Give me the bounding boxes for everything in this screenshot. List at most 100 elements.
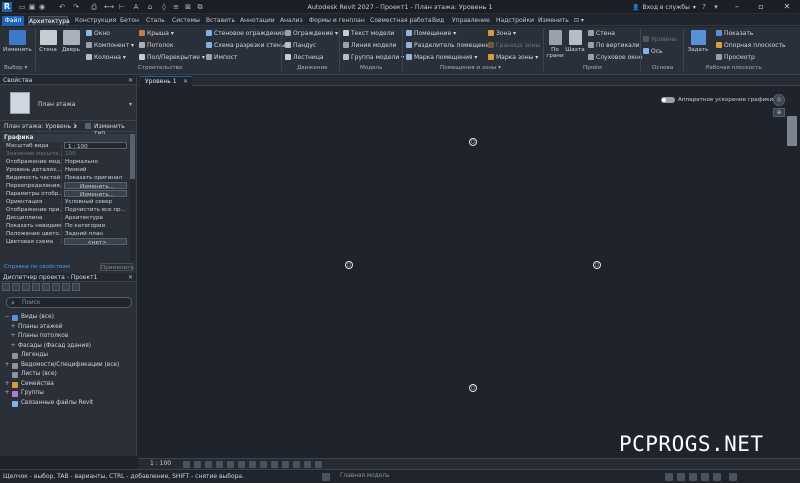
shadows-icon[interactable] <box>216 461 223 468</box>
property-edit-button[interactable]: Изменить... <box>64 182 127 189</box>
model-group-button[interactable]: Группа модели ▾ <box>343 54 404 61</box>
3d-view-icon[interactable]: ⌂ <box>146 3 154 11</box>
chevron-down-icon[interactable]: ▾ <box>129 101 132 108</box>
tab-view[interactable]: Вид <box>432 16 444 26</box>
property-value[interactable]: Показать оригинал <box>62 174 129 181</box>
temp-properties-icon[interactable] <box>282 461 289 468</box>
collapse-icon[interactable] <box>22 283 30 291</box>
home-icon[interactable] <box>2 283 10 291</box>
close-button[interactable]: ✕ <box>778 0 796 14</box>
dimension-icon[interactable]: ⊢ <box>118 3 126 11</box>
property-value[interactable]: Архитектура <box>62 214 129 221</box>
tag-icon[interactable]: A <box>132 3 140 11</box>
railing-button[interactable]: Ограждение ▾ <box>285 30 338 37</box>
roof-button[interactable]: Крыша ▾ <box>139 30 174 37</box>
tab-panel-toggle[interactable]: ⊡ ▾ <box>574 16 584 26</box>
hardware-acceleration-toggle[interactable]: Аппаратное ускорение графики <box>661 97 773 103</box>
tab-manage[interactable]: Управление <box>452 16 490 26</box>
tab-structure[interactable]: Конструкция <box>75 16 116 26</box>
visual-style-icon[interactable] <box>194 461 201 468</box>
property-row[interactable]: Значение масшта... 100 <box>2 150 129 158</box>
property-value[interactable]: По категории <box>62 222 129 229</box>
analytical-model-icon[interactable] <box>293 461 300 468</box>
room-button[interactable]: Помещение ▾ <box>406 30 456 37</box>
browser-tree-item[interactable]: + Группы <box>0 389 137 399</box>
section-icon[interactable]: ◊ <box>160 3 168 11</box>
elevation-marker-east[interactable]: ○ <box>593 261 601 269</box>
property-row[interactable]: Дисциплина Архитектура <box>2 214 129 222</box>
tab-insert[interactable]: Вставить <box>206 16 235 26</box>
chevron-down-icon[interactable]: ▾ <box>74 123 77 130</box>
property-value[interactable]: Задний план <box>62 230 129 237</box>
property-row[interactable]: Отображение при... Подчистить все пр... <box>2 206 129 214</box>
browser-tree-item[interactable]: + Семейства <box>0 380 137 390</box>
elevation-marker-south[interactable]: ○ <box>469 384 477 392</box>
select-pinned-icon[interactable] <box>689 473 697 481</box>
maximize-button[interactable]: ▫ <box>752 0 770 14</box>
apply-button[interactable]: Применить <box>100 263 134 271</box>
steering-wheel-icon[interactable]: ◎ <box>773 94 785 106</box>
room-separator-button[interactable]: Разделитель помещений <box>406 42 493 49</box>
expand-icon[interactable]: + <box>4 380 10 390</box>
tab-systems[interactable]: Системы <box>172 16 200 26</box>
properties-help-link[interactable]: Справка по свойствам <box>4 264 70 270</box>
tab-modify[interactable]: Изменить <box>538 16 569 26</box>
ramp-button[interactable]: Пандус <box>285 42 316 49</box>
sun-path-icon[interactable] <box>205 461 212 468</box>
zoom-region-icon[interactable]: ⊕ <box>773 108 785 117</box>
save-icon[interactable]: ▣ <box>28 3 36 11</box>
browser-tree-item[interactable]: + Планы потолков <box>0 332 137 342</box>
instance-filter[interactable]: План этажа: Уровень 1 <box>4 123 77 130</box>
tab-annotate[interactable]: Аннотации <box>240 16 275 26</box>
highlight-displacement-icon[interactable] <box>304 461 311 468</box>
select-by-face-icon[interactable] <box>701 473 709 481</box>
active-model[interactable]: Главная модель <box>340 473 390 479</box>
close-icon[interactable]: ✕ <box>128 76 133 85</box>
expand-icon[interactable]: + <box>10 342 16 352</box>
elevation-marker-west[interactable]: ○ <box>345 261 353 269</box>
ref-plane-button[interactable]: Опорная плоскость <box>716 42 786 49</box>
graphics-group-header[interactable]: Графика <box>2 134 129 142</box>
window-button[interactable]: Окно <box>86 30 110 37</box>
property-row[interactable]: Уровень детализ... Низкий <box>2 166 129 174</box>
detail-level-icon[interactable] <box>183 461 190 468</box>
browser-tree-item[interactable]: Связанные файлы Revit <box>0 399 137 409</box>
property-value[interactable]: Нормально <box>62 158 129 165</box>
help-dropdown-icon[interactable]: ▾ <box>712 3 720 11</box>
property-value[interactable]: 1 : 100 <box>64 142 127 149</box>
set-workplane-button[interactable]: Задать <box>686 30 710 53</box>
expand-icon[interactable] <box>12 283 20 291</box>
wall-button[interactable]: Стена <box>38 30 58 53</box>
drag-elements-icon[interactable] <box>713 473 721 481</box>
browser-tree-item[interactable]: + Планы этажей <box>0 323 137 333</box>
property-edit-button[interactable]: Изменить... <box>64 190 127 197</box>
view-scrollbar[interactable] <box>787 116 797 146</box>
tab-collaborate[interactable]: Совместная работа <box>370 16 432 26</box>
model-line-button[interactable]: Линия модели <box>343 42 397 49</box>
measure-icon[interactable]: ⟷ <box>104 3 114 11</box>
tag-area-button[interactable]: Марка зоны ▾ <box>488 54 538 61</box>
tab-file[interactable]: Файл <box>2 16 24 26</box>
toggle-switch[interactable] <box>661 97 675 103</box>
show-workplane-button[interactable]: Показать <box>716 30 753 37</box>
property-row[interactable]: Параметры отобр... Изменить... <box>2 190 129 198</box>
undo-icon[interactable]: ↶ <box>58 3 66 11</box>
tab-steel[interactable]: Сталь <box>146 16 165 26</box>
worksets-icon[interactable] <box>322 473 330 481</box>
redo-icon[interactable]: ↷ <box>72 3 80 11</box>
search-input[interactable]: ⌕ Поиск <box>6 297 132 308</box>
reveal-hidden-icon[interactable] <box>271 461 278 468</box>
grid-button[interactable]: Ось <box>643 48 663 55</box>
property-row[interactable]: Положение цвето... Задний план <box>2 230 129 238</box>
minimize-button[interactable]: – <box>728 0 746 14</box>
properties-scrollbar[interactable] <box>130 134 135 261</box>
expand-icon[interactable]: + <box>4 361 10 371</box>
property-value[interactable]: Условный север <box>62 198 129 205</box>
elevation-marker-north[interactable]: ○ <box>469 138 477 146</box>
print-icon[interactable]: ⎙ <box>90 3 98 11</box>
door-button[interactable]: Дверь <box>61 30 81 53</box>
thin-lines-icon[interactable]: ≡ <box>172 3 180 11</box>
curtain-system-button[interactable]: Стеновое ограждение <box>206 30 285 37</box>
shaft-button[interactable]: Шахта <box>565 30 585 53</box>
sort-icon[interactable] <box>52 283 60 291</box>
